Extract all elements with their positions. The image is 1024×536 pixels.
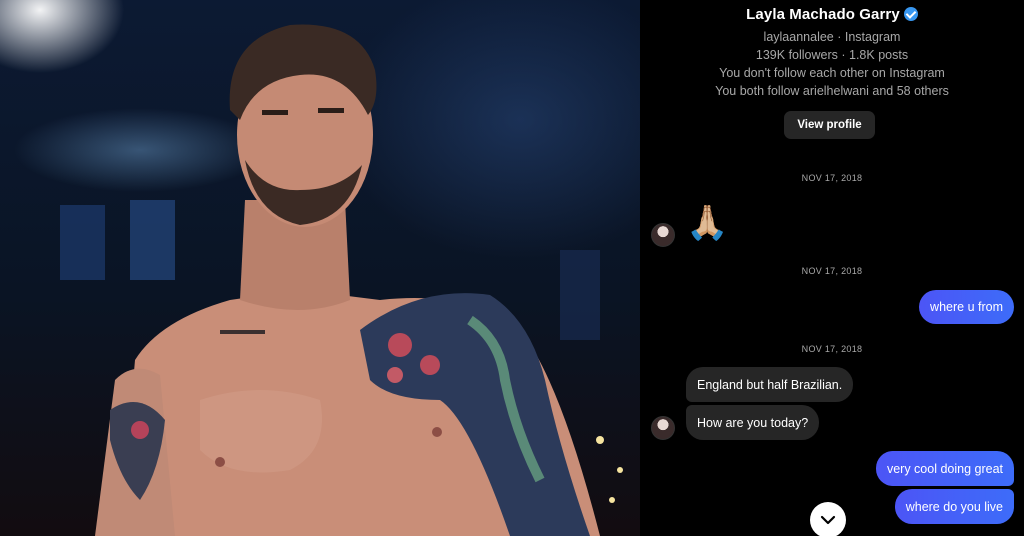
scroll-down-button[interactable] (810, 502, 846, 536)
message-outgoing[interactable]: where u from (919, 290, 1014, 324)
message-incoming[interactable]: How are you today? (686, 405, 820, 440)
avatar[interactable] (651, 223, 675, 247)
avatar[interactable] (651, 416, 675, 440)
profile-handle: laylaannalee · Instagram (763, 30, 901, 44)
date-separator: NOV 17, 2018 (801, 344, 863, 354)
fighter-photo (0, 0, 640, 536)
chevron-down-icon (820, 515, 836, 525)
profile-name-row: Layla Machado Garry (640, 6, 1024, 23)
message-incoming[interactable]: England but half Brazilian. (686, 367, 854, 402)
message-outgoing[interactable]: very cool doing great (875, 451, 1014, 486)
profile-stats: 139K followers · 1.8K posts (755, 48, 909, 62)
dm-thread: Layla Machado Garry laylaannalee · Insta… (640, 0, 1024, 536)
fighter-photo-illustration (60, 24, 623, 536)
message-emoji: 🙏🏼 (686, 204, 729, 242)
view-profile-button[interactable]: View profile (784, 111, 875, 139)
message-outgoing[interactable]: where do you live (894, 489, 1014, 524)
verified-badge-icon (903, 7, 918, 21)
date-separator: NOV 17, 2018 (801, 173, 863, 183)
profile-name: Layla Machado Garry (746, 6, 900, 23)
follow-status: You don't follow each other on Instagram (719, 66, 945, 80)
date-separator: NOV 17, 2018 (801, 266, 863, 276)
mutual-followers: You both follow arielhelwani and 58 othe… (715, 84, 949, 98)
